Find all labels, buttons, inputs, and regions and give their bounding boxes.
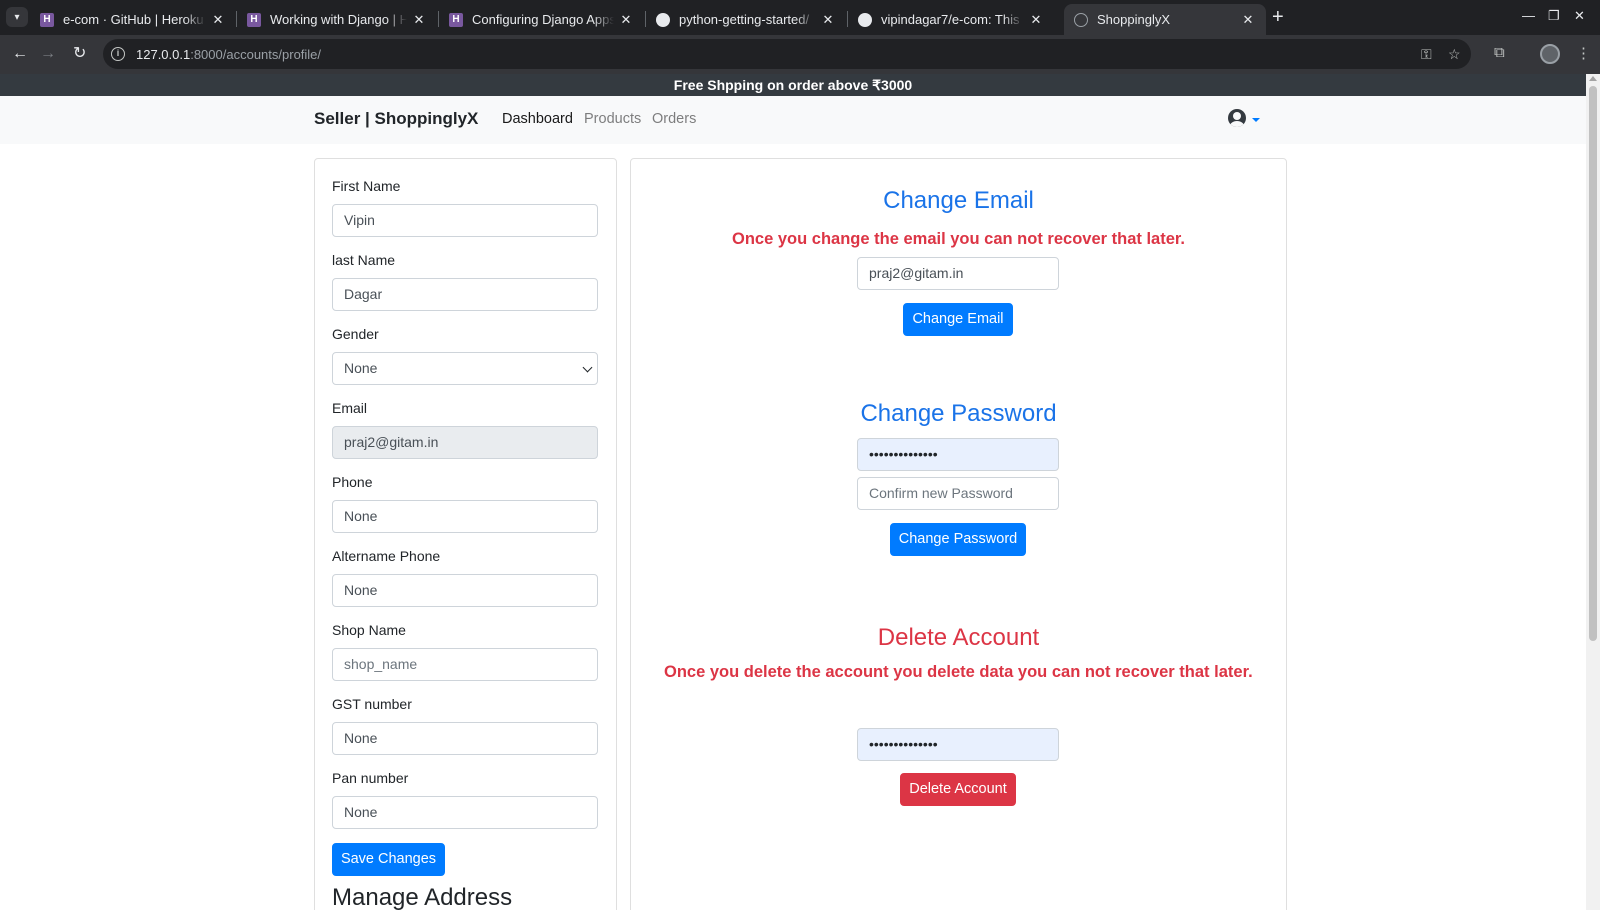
close-window-icon[interactable]: ✕: [1574, 8, 1585, 24]
delete-account-title: Delete Account: [877, 624, 1040, 651]
manage-address-heading: Manage Address: [332, 884, 513, 910]
brand-link[interactable]: Seller | ShoppinglyX: [314, 109, 478, 129]
first-name-input[interactable]: Vipin: [332, 204, 598, 237]
phone-input[interactable]: None: [332, 500, 598, 533]
delete-account-warning: Once you delete the account you delete d…: [664, 663, 1253, 681]
browser-tab-active[interactable]: ShoppinglyX ✕: [1064, 4, 1266, 35]
tab-title: Working with Django | Heroku: [270, 12, 407, 27]
address-bar[interactable]: i 127.0.0.1:8000/accounts/profile/ ⚿ ☆: [103, 39, 1471, 69]
pan-label: Pan number: [332, 770, 409, 786]
page-viewport: Free Shpping on order above ₹3000 Seller…: [0, 74, 1586, 910]
url-path: :8000/accounts/profile/: [190, 47, 322, 62]
menu-kebab-icon[interactable]: ⋮: [1576, 44, 1591, 62]
phone-label: Phone: [332, 474, 373, 490]
confirm-password-input[interactable]: Confirm new Password: [857, 477, 1059, 510]
github-icon: [858, 12, 872, 27]
close-tab-icon[interactable]: ✕: [1028, 12, 1044, 28]
gender-label: Gender: [332, 326, 379, 342]
scroll-up-arrow-icon[interactable]: [1589, 76, 1597, 81]
change-email-button[interactable]: Change Email: [903, 303, 1013, 336]
dropdown-caret-icon[interactable]: [1252, 118, 1260, 122]
minimize-icon[interactable]: —: [1522, 8, 1535, 23]
save-changes-button[interactable]: Save Changes: [332, 843, 445, 876]
browser-tab[interactable]: H Configuring Django Apps for Heroku ✕: [439, 4, 644, 35]
heroku-icon: H: [40, 12, 54, 27]
email-label: Email: [332, 400, 368, 416]
gst-input[interactable]: None: [332, 722, 598, 755]
close-tab-icon[interactable]: ✕: [820, 12, 836, 28]
site-navbar: Seller | ShoppinglyX Dashboard Products …: [0, 96, 1586, 144]
browser-tab-bar: ▾ H e-com · GitHub | Heroku ✕ H Working …: [0, 0, 1600, 35]
browser-toolbar: ← → ↻ i 127.0.0.1:8000/accounts/profile/…: [0, 35, 1600, 74]
bookmark-star-icon[interactable]: ☆: [1448, 46, 1461, 63]
gender-select[interactable]: None: [332, 352, 598, 385]
new-password-input[interactable]: ••••••••••••••: [857, 438, 1059, 471]
tab-title: vipindagar7/e-com: This: [881, 12, 1020, 27]
browser-tab[interactable]: vipindagar7/e-com: This ✕: [848, 4, 1054, 35]
delete-account-button[interactable]: Delete Account: [900, 773, 1016, 806]
profile-card: First Name Vipin last Name Dagar Gender …: [314, 158, 617, 910]
browser-tab[interactable]: H Working with Django | Heroku ✕: [237, 4, 437, 35]
last-name-input[interactable]: Dagar: [332, 278, 598, 311]
alt-phone-label: Altername Phone: [332, 548, 441, 564]
user-circle-icon[interactable]: [1228, 109, 1246, 127]
url-text[interactable]: 127.0.0.1:8000/accounts/profile/: [136, 47, 321, 62]
change-password-button[interactable]: Change Password: [890, 523, 1026, 556]
password-key-icon[interactable]: ⚿: [1421, 46, 1432, 63]
forward-icon[interactable]: →: [40, 44, 56, 64]
close-tab-icon[interactable]: ✕: [618, 12, 634, 28]
restore-icon[interactable]: ❐: [1548, 8, 1560, 24]
site-info-icon[interactable]: i: [111, 47, 125, 61]
nav-orders[interactable]: Orders: [652, 111, 696, 127]
github-icon: [656, 12, 670, 27]
change-password-title: Change Password: [860, 400, 1057, 427]
tab-title: Configuring Django Apps for Heroku: [472, 12, 614, 27]
extensions-icon[interactable]: ⧉: [1494, 44, 1505, 61]
last-name-label: last Name: [332, 252, 396, 268]
tab-search-button[interactable]: ▾: [6, 7, 28, 27]
browser-tab[interactable]: python-getting-started/ ✕: [646, 4, 846, 35]
new-tab-icon[interactable]: +: [1272, 7, 1284, 27]
new-email-input[interactable]: praj2@gitam.in: [857, 257, 1059, 290]
reload-icon[interactable]: ↻: [73, 44, 86, 64]
email-field: praj2@gitam.in: [332, 426, 598, 459]
close-tab-icon[interactable]: ✕: [210, 12, 226, 28]
chevron-down-icon: [582, 362, 593, 373]
account-settings-card: Change Email Once you change the email y…: [630, 158, 1287, 910]
profile-avatar[interactable]: [1540, 44, 1560, 64]
back-icon[interactable]: ←: [12, 44, 28, 64]
close-tab-icon[interactable]: ✕: [1240, 12, 1256, 28]
delete-password-input[interactable]: ••••••••••••••: [857, 728, 1059, 761]
tab-title: ShoppinglyX: [1097, 12, 1170, 27]
url-host: 127.0.0.1: [136, 47, 191, 62]
nav-products[interactable]: Products: [584, 111, 641, 127]
change-email-title: Change Email: [883, 187, 1034, 214]
heroku-icon: H: [449, 12, 463, 27]
shop-name-label: Shop Name: [332, 622, 406, 638]
change-email-warning: Once you change the email you can not re…: [732, 230, 1185, 248]
pan-input[interactable]: None: [332, 796, 598, 829]
first-name-label: First Name: [332, 178, 401, 194]
browser-tab[interactable]: H e-com · GitHub | Heroku ✕: [30, 4, 236, 35]
close-tab-icon[interactable]: ✕: [411, 12, 427, 28]
scrollbar-thumb[interactable]: [1589, 86, 1597, 641]
gender-selected-value: None: [344, 360, 378, 376]
promo-banner: Free Shpping on order above ₹3000: [0, 74, 1586, 96]
tab-title: python-getting-started/: [679, 12, 810, 27]
globe-icon: [1074, 12, 1088, 27]
alt-phone-input[interactable]: None: [332, 574, 598, 607]
page-scrollbar[interactable]: [1586, 74, 1600, 910]
tab-title: e-com · GitHub | Heroku: [63, 12, 204, 27]
shop-name-input[interactable]: shop_name: [332, 648, 598, 681]
heroku-icon: H: [247, 12, 261, 27]
nav-dashboard[interactable]: Dashboard: [502, 111, 573, 127]
gst-label: GST number: [332, 696, 412, 712]
